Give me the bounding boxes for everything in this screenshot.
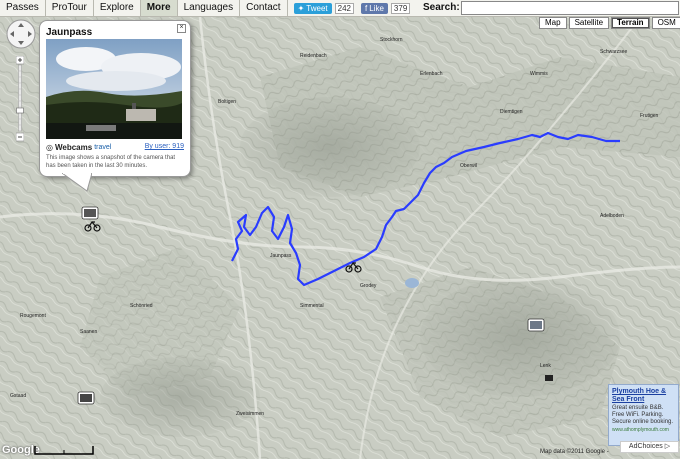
camera-icon[interactable] (81, 206, 99, 220)
webcams-logo-icon: ◎ (46, 143, 53, 152)
webcam-info-window: Jaunpass × ◎ Webcams travel By user: 919… (39, 20, 191, 177)
lake (405, 278, 419, 288)
map-label: Jaunpass (270, 253, 292, 259)
nav-languages[interactable]: Languages (178, 0, 241, 16)
scale-bar (34, 446, 94, 455)
camera-icon[interactable] (527, 318, 545, 332)
shadow-region-3 (100, 357, 260, 437)
webcam-by-user-link[interactable]: By user: 919 (145, 143, 184, 150)
map-label: Lenk (540, 363, 551, 369)
shadow-region-2 (420, 277, 620, 397)
map-type-terrain[interactable]: Terrain (611, 17, 650, 29)
like-count: 379 (390, 2, 411, 14)
map-label: Frutigen (640, 113, 659, 119)
map-type-map[interactable]: Map (539, 17, 567, 29)
zoom-slider[interactable] (16, 56, 24, 142)
camera-icon[interactable] (545, 375, 553, 381)
nav-more[interactable]: More (140, 0, 178, 16)
twitter-bird-icon: ✦ (297, 3, 305, 13)
search-input[interactable] (461, 1, 679, 15)
adchoices-button[interactable]: AdChoices ▷ (620, 441, 679, 453)
map-copyright: Map data ©2011 Google - (540, 449, 609, 455)
tweet-label: Tweet (306, 3, 328, 13)
nav-passes[interactable]: Passes (0, 0, 46, 16)
webcams-logo-text: Webcams (54, 143, 93, 152)
map-label: Schönried (130, 303, 153, 309)
camera-icon[interactable] (77, 391, 95, 405)
like-button[interactable]: f Like (361, 2, 388, 14)
map-type-satellite[interactable]: Satellite (568, 17, 610, 29)
zoom-handle (16, 107, 24, 114)
map-label: Gstaad (10, 393, 26, 399)
map-label: Rougemont (20, 313, 46, 319)
map-type-controls: Map Satellite Terrain OSM (537, 17, 680, 29)
info-window-tail (62, 173, 92, 192)
search-label: Search: (423, 2, 460, 13)
tweet-button[interactable]: ✦ Tweet (293, 2, 332, 14)
ad-text: Great ensuite B&B. Free WiFi. Parking. S… (612, 405, 674, 425)
map-label: Saanen (80, 329, 97, 335)
like-label: Like (369, 3, 384, 13)
map-label: Erlenbach (420, 71, 443, 77)
map-label: Oberwil (460, 163, 477, 169)
top-nav-bar: Passes ProTour Explore More Languages Co… (0, 0, 680, 17)
shadow-region-1 (240, 97, 420, 197)
map-label: Reidenbach (300, 53, 327, 59)
map-label: Wimmis (530, 71, 548, 77)
facebook-icon: f (365, 3, 368, 13)
ad-title[interactable]: Plymouth Hoe & Sea Front (609, 385, 678, 404)
nav-contact[interactable]: Contact (240, 0, 288, 16)
tweet-count: 242 (334, 2, 354, 14)
map-label: Adelboden (600, 213, 624, 219)
webcam-description: This image shows a snapshot of the camer… (46, 155, 176, 169)
map-label: Boltigen (218, 99, 236, 105)
ad-box[interactable]: Plymouth Hoe & Sea Front Great ensuite B… (608, 384, 679, 446)
nav-explore[interactable]: Explore (94, 0, 141, 16)
map-label: Schwarzsee (600, 49, 627, 55)
webcam-snapshot[interactable] (46, 39, 182, 139)
webcams-logo-sub: travel (94, 144, 112, 151)
pan-control-icon[interactable] (5, 18, 37, 50)
map-label: Stockhorn (380, 37, 403, 43)
map-label: Simmental (300, 303, 324, 309)
social-buttons: ✦ Tweet 242 f Like 379 (293, 2, 411, 14)
ad-link[interactable]: www.athomplymouth.com (609, 427, 678, 433)
map-label: Diemtigen (500, 109, 523, 115)
info-window-title: Jaunpass (46, 27, 93, 38)
close-icon[interactable]: × (177, 24, 186, 33)
nav-protour[interactable]: ProTour (46, 0, 94, 16)
map-label: Grodey (360, 283, 377, 289)
map-label: Zweisimmen (236, 411, 264, 417)
map-type-osm[interactable]: OSM (651, 17, 680, 29)
webcams-travel-logo[interactable]: ◎ Webcams travel (46, 143, 111, 152)
